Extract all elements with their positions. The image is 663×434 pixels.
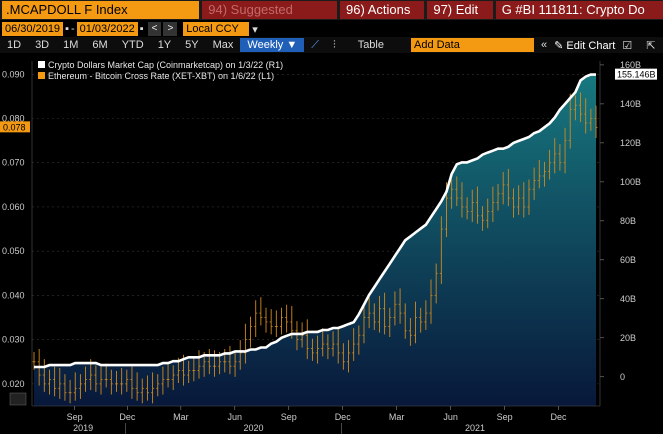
left-tick-label: 0.030 [2,335,25,345]
chart-area[interactable]: 0.0200.0300.0400.0500.0600.0700.0800.090… [0,53,663,434]
legend-swatch-eth-btc [38,72,45,79]
edit-label: 97) Edit [433,2,479,17]
x-month-label: Dec [335,412,352,422]
legend-item-market-cap: Crypto Dollars Market Cap (Coinmarketcap… [48,60,283,70]
start-date-field[interactable]: 06/30/2019 [2,22,64,36]
left-tick-label: 0.090 [2,69,25,79]
x-year-label: 2019 [73,423,93,433]
chart-title-button[interactable]: G #BI 111811: Crypto Do [495,1,663,19]
right-axis: 0 20B 40B 60B 80B 100B 120B 140B 160B [599,60,641,406]
popout-icon[interactable]: ⇱ [639,39,662,52]
right-tick-label: 0 [620,372,625,382]
ticker-field[interactable]: .MCAPDOLL F Index [2,1,200,19]
x-axis: Sep Dec Mar Jun Sep Dec Mar Jun Sep Dec 2019 2020 20… [32,405,600,434]
chart-legend: Crypto Dollars Market Cap (Coinmarketcap… [38,60,283,81]
left-last-value: 0.078 [3,122,26,132]
legend-swatch-market-cap [38,61,45,68]
add-data-field[interactable]: Add Data [410,38,534,52]
frequency-select[interactable]: Weekly ▼ [240,38,305,52]
period-3d[interactable]: 3D [28,39,56,51]
right-tick-label: 100B [620,177,641,187]
period-5y[interactable]: 5Y [178,39,205,51]
settings-icon[interactable]: ☑ [615,39,639,52]
chart-type-icon[interactable]: ⫶ [326,39,343,52]
period-ytd[interactable]: YTD [115,39,151,51]
x-month-label: Sep [67,412,83,422]
right-tick-label: 60B [620,255,636,265]
top-toolbar: .MCAPDOLL F Index 94) Suggested Charts 9… [0,0,663,35]
x-year-label: 2021 [465,423,485,433]
left-tick-label: 0.050 [2,246,25,256]
period-1m[interactable]: 1M [56,39,85,51]
x-month-label: Jun [228,412,243,422]
chart-thumbnail-icon[interactable] [9,392,27,406]
period-max[interactable]: Max [206,39,241,51]
right-tick-label: 140B [620,99,641,109]
right-tick-label: 160B [620,60,641,70]
right-tick-label: 120B [620,138,641,148]
edit-chart-label: Edit Chart [566,39,616,52]
currency-select[interactable]: Local CCY [183,22,250,36]
period-1y[interactable]: 1Y [151,39,178,51]
date-toolbar: 06/30/2019 ▪ - 01/03/2022 ▪ < > Local CC… [0,21,663,37]
next-arrow-icon[interactable]: > [163,22,178,36]
x-month-label: Dec [551,412,568,422]
actions-button[interactable]: 96) Actions ▾ [340,1,425,35]
x-month-label: Sep [497,412,513,422]
line-chart-icon[interactable]: ⟋ [304,39,326,52]
x-month-label: Mar [389,412,405,422]
right-tick-label: 40B [620,294,636,304]
calendar-icon[interactable]: ▪ [140,23,144,35]
date-separator: - [70,23,75,35]
table-button[interactable]: Table [351,39,391,51]
actions-label: 96) Actions [346,2,411,17]
right-last-value: 155.146B [617,70,656,80]
calendar-icon[interactable]: ▪ [65,23,69,35]
x-year-label: 2020 [244,423,264,433]
frequency-label: Weekly [247,39,284,51]
pencil-icon: ✎ [554,39,564,52]
right-last-value-tag: 155.146B [615,68,657,80]
left-tick-label: 0.040 [2,290,25,300]
period-toolbar: 1D 3D 1M 6M YTD 1Y 5Y Max Weekly ▼ ⟋ ⫶ T… [0,37,663,53]
period-1d[interactable]: 1D [0,39,28,51]
end-date-field[interactable]: 01/03/2022 [76,22,138,36]
x-month-label: Mar [173,412,189,422]
prev-arrow-icon[interactable]: < [147,22,162,36]
left-last-value-tag: 0.078 [0,121,30,133]
edit-chart-button[interactable]: ✎ Edit Chart [554,39,615,52]
x-month-label: Jun [443,412,458,422]
suggested-charts-button[interactable]: 94) Suggested Charts [202,1,338,35]
chevron-down-icon[interactable]: ▾ [252,23,258,36]
left-tick-label: 0.020 [2,379,25,389]
right-tick-label: 80B [620,216,636,226]
period-6m[interactable]: 6M [85,39,114,51]
x-month-label: Dec [119,412,136,422]
collapse-icon[interactable]: « [534,39,554,51]
left-axis: 0.0200.0300.0400.0500.0600.0700.0800.090 [2,61,33,406]
market-cap-area [34,74,596,406]
x-month-label: Sep [281,412,297,422]
left-tick-label: 0.070 [2,158,25,168]
right-tick-label: 20B [620,333,636,343]
edit-button[interactable]: 97) Edit ▾ [427,1,493,35]
legend-item-eth-btc: Ethereum - Bitcoin Cross Rate (XET-XBT) … [48,71,274,81]
left-tick-label: 0.060 [2,202,25,212]
